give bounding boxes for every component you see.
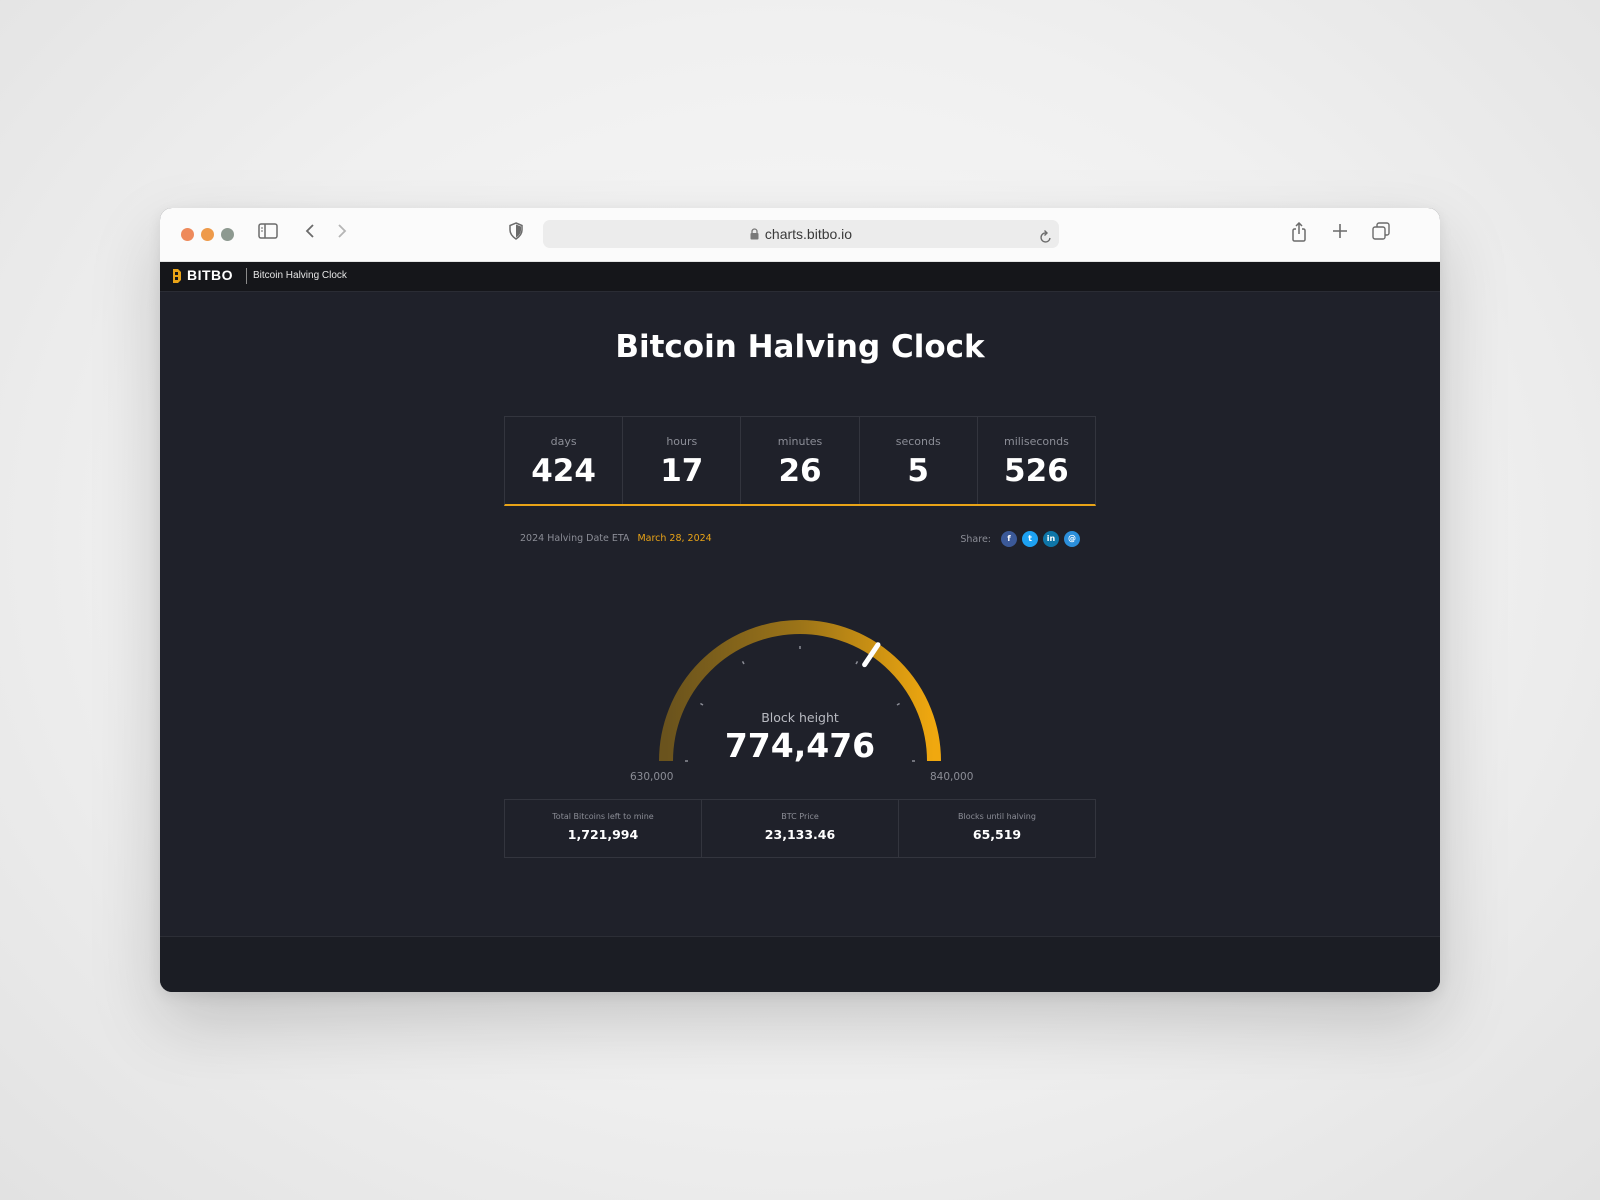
close-window-button[interactable] <box>181 228 194 241</box>
countdown-label: seconds <box>895 435 941 448</box>
share-group: Share: f t in @ <box>960 531 1080 547</box>
countdown-label: days <box>550 435 577 448</box>
twitter-icon[interactable]: t <box>1022 531 1038 547</box>
brand-divider <box>246 268 247 284</box>
countdown-value: 26 <box>778 453 822 489</box>
reload-icon[interactable] <box>1039 226 1053 254</box>
bitbo-logo-icon[interactable] <box>170 268 182 288</box>
gauge-value: 774,476 <box>724 726 876 765</box>
eta-label: 2024 Halving Date ETA <box>520 533 630 544</box>
countdown-hours: hours 17 <box>623 417 742 504</box>
countdown-value: 424 <box>531 453 596 489</box>
stat-btc-price: BTC Price 23,133.46 <box>702 800 899 857</box>
stat-value: 23,133.46 <box>764 827 836 842</box>
gauge-tick <box>700 702 704 706</box>
eta-row: 2024 Halving Date ETA March 28, 2024 Shar… <box>520 531 1080 551</box>
countdown-value: 17 <box>660 453 704 489</box>
stats-panel: Total Bitcoins left to mine 1,721,994 BT… <box>504 799 1096 858</box>
share-label: Share: <box>960 533 991 545</box>
privacy-shield-icon[interactable] <box>508 222 524 244</box>
zoom-window-button[interactable] <box>221 228 234 241</box>
countdown-value: 5 <box>907 453 929 489</box>
new-tab-icon[interactable] <box>1332 222 1348 244</box>
gauge-min-label: 630,000 <box>630 771 674 783</box>
countdown-label: minutes <box>777 435 823 448</box>
page-title: Bitcoin Halving Clock <box>615 329 985 365</box>
page-footer <box>160 936 1440 992</box>
sidebar-toggle-icon[interactable] <box>258 222 278 244</box>
eta-date: March 28, 2024 <box>637 533 712 544</box>
countdown-seconds: seconds 5 <box>860 417 978 504</box>
countdown-days: days 424 <box>505 417 624 504</box>
stat-bitcoins-left: Total Bitcoins left to mine 1,721,994 <box>505 800 702 857</box>
share-icon[interactable] <box>1291 221 1307 246</box>
gauge-tick <box>855 661 859 665</box>
stat-label: Blocks until halving <box>958 812 1036 821</box>
countdown-minutes: minutes 26 <box>741 417 860 504</box>
address-bar[interactable]: charts.bitbo.io <box>543 220 1059 248</box>
forward-icon[interactable] <box>335 222 349 244</box>
gauge-tick <box>741 661 745 665</box>
back-icon[interactable] <box>303 222 317 244</box>
email-icon[interactable]: @ <box>1064 531 1080 547</box>
minimize-window-button[interactable] <box>201 228 214 241</box>
stat-blocks-until-halving: Blocks until halving 65,519 <box>899 800 1095 857</box>
countdown-value: 526 <box>1004 453 1069 489</box>
stat-value: 1,721,994 <box>567 827 639 842</box>
site-subtitle: Bitcoin Halving Clock <box>253 270 347 281</box>
browser-window: charts.bitbo.io BITBO Bitcoin Halving Cl… <box>160 208 1440 992</box>
facebook-icon[interactable]: f <box>1001 531 1017 547</box>
countdown-miliseconds: miliseconds 526 <box>978 417 1095 504</box>
linkedin-icon[interactable]: in <box>1043 531 1059 547</box>
tab-overview-icon[interactable] <box>1372 222 1390 244</box>
lock-icon <box>750 221 759 249</box>
countdown-label: hours <box>666 435 698 448</box>
stat-label: BTC Price <box>781 812 819 821</box>
countdown-panel: days 424 hours 17 minutes 26 seconds 5 m… <box>504 416 1096 506</box>
gauge-label: Block height <box>761 710 839 725</box>
site-header: BITBO Bitcoin Halving Clock <box>160 262 1440 292</box>
gauge-tick <box>896 702 900 706</box>
countdown-label: miliseconds <box>1003 435 1069 448</box>
gauge-max-label: 840,000 <box>930 771 974 783</box>
stat-value: 65,519 <box>972 827 1022 842</box>
brand-name[interactable]: BITBO <box>187 267 233 283</box>
stat-label: Total Bitcoins left to mine <box>552 812 654 821</box>
url-text: charts.bitbo.io <box>764 226 853 242</box>
main-content: Bitcoin Halving Clock days 424 hours 17 … <box>160 291 1440 926</box>
browser-toolbar: charts.bitbo.io <box>160 208 1440 262</box>
